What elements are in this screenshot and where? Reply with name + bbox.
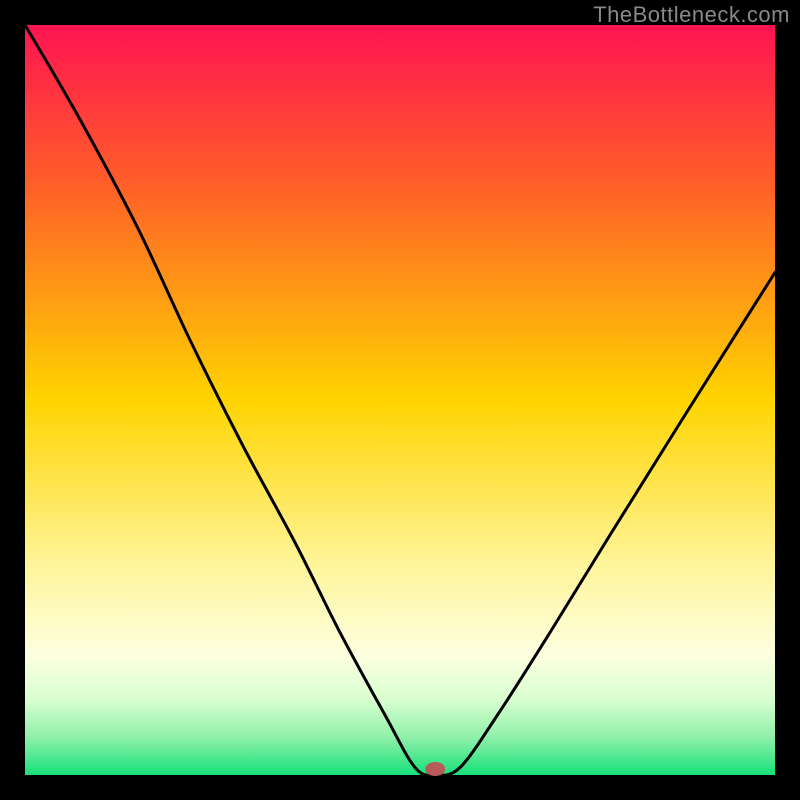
bottleneck-chart bbox=[0, 0, 800, 800]
optimal-point-marker bbox=[425, 762, 445, 776]
plot-background bbox=[25, 25, 775, 775]
watermark-text: TheBottleneck.com bbox=[593, 2, 790, 28]
chart-frame: TheBottleneck.com bbox=[0, 0, 800, 800]
